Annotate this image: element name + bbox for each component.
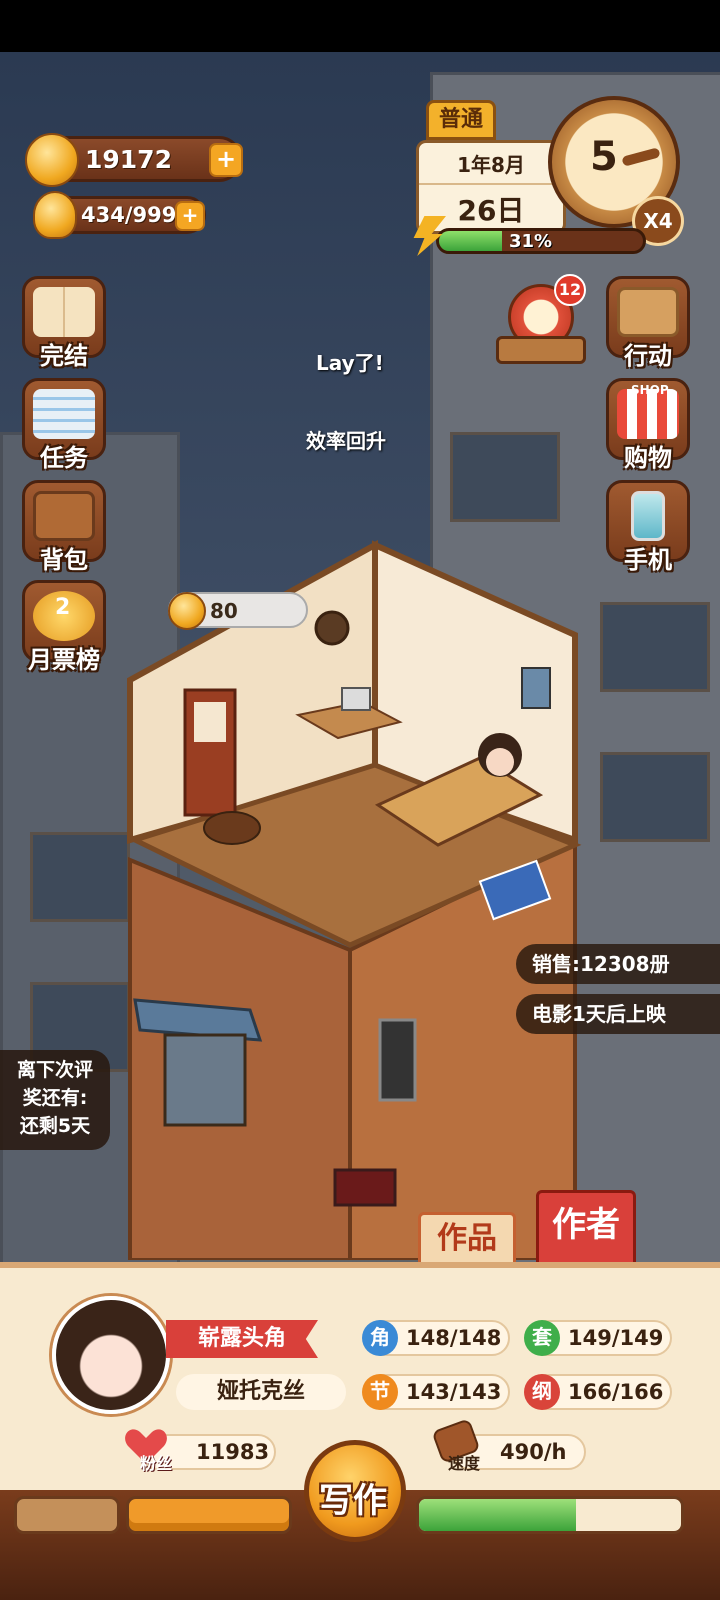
stat-value: 143/143 [406,1380,502,1404]
room-coin-value: 80 [210,599,238,623]
avatar[interactable] [52,1296,170,1414]
sidebar-item-action[interactable]: 行动 [602,276,694,372]
coin-counter: 19172 + [25,133,243,187]
sidebar-item-shop[interactable]: SHOP 购物 [602,378,694,474]
energy-fill [439,231,503,251]
speed-label: 速度 [448,1454,481,1473]
tab-works[interactable]: 作品 [418,1212,516,1266]
floating-status-text: 效率回升 [306,429,386,453]
clock-hand-icon [621,147,661,167]
speed-value: 490/h [500,1440,567,1464]
write-button[interactable]: 写作 [304,1440,406,1542]
building-window [600,752,710,842]
writing-speed: 速度 490/h [431,1418,586,1473]
stat-icon: 纲 [524,1374,560,1410]
stat-value: 166/166 [568,1380,664,1404]
building-window [450,432,560,522]
notification-badge: 12 [554,274,586,306]
room-coin-bubble[interactable]: 80 [168,592,308,630]
building-window [600,602,710,692]
sidebar-item-phone[interactable]: 手机 [602,480,694,576]
author-title-ribbon: 崭露头角 [166,1320,318,1358]
progress-slot-left [14,1496,120,1534]
award-line: 还剩5天 [19,1115,91,1137]
lightbulb-icon [33,191,77,239]
coin-icon [25,133,79,187]
award-countdown: 离下次评 奖还有: 还剩5天 [0,1050,110,1150]
award-line: 离下次评 [16,1059,93,1081]
write-button-label: 写作 [319,1481,387,1521]
sidebar-item-tasks[interactable]: 任务 [18,378,110,474]
award-line: 奖还有: [22,1087,88,1109]
sales-info: 销售:12308册 [516,944,720,984]
energy-percent: 31% [509,231,553,252]
sidebar-label: 背包 [40,546,88,574]
sidebar-label: 完结 [40,342,88,370]
inspiration-counter: 434/999 + [33,191,206,239]
stat-icon: 套 [524,1320,560,1356]
building-window [30,832,130,922]
stat-character: 角 148/148 [362,1320,510,1356]
stat-outline: 纲 166/166 [524,1374,672,1410]
sidebar-item-backpack[interactable]: 背包 [18,480,110,576]
coin-icon [168,592,206,630]
stat-icon: 节 [362,1374,398,1410]
progress-fill [419,1499,577,1531]
calendar-month: 1年8月 [457,153,525,177]
progress-bar-right [416,1496,684,1534]
medal-number: 2 [55,595,71,620]
sidebar-label: 手机 [624,546,672,574]
add-inspiration-button[interactable]: + [175,201,205,231]
status-bar [0,0,720,52]
add-coins-button[interactable]: + [209,143,243,177]
coin-count: 19172 [85,145,172,174]
tab-author[interactable]: 作者 [536,1190,636,1266]
sidebar-item-monthly-ticket[interactable]: 2 月票榜 [18,580,110,676]
sidebar-label: 购物 [624,444,672,472]
author-name: 娅托克丝 [176,1374,346,1410]
shop-sign: SHOP [631,383,669,397]
fans-count: 11983 [196,1440,270,1464]
stat-value: 148/148 [406,1326,502,1350]
event-wheel-button[interactable]: 12 [496,274,586,366]
movie-info: 电影1天后上映 [516,994,720,1034]
floating-status-text: Lay了! [316,351,384,375]
inspiration-count: 434/999 [81,203,177,227]
fans-counter: 粉丝 11983 [140,1434,276,1473]
energy-bar: 31% [436,228,646,254]
stat-icon: 角 [362,1320,398,1356]
sidebar-item-complete[interactable]: 完结 [18,276,110,372]
room-illustration [127,540,582,1260]
stat-plot: 节 143/143 [362,1374,510,1410]
sidebar-label: 任务 [40,444,88,472]
stat-routine: 套 149/149 [524,1320,672,1356]
progress-bar-middle [126,1496,292,1534]
clock-value: 5 [590,134,618,180]
sidebar-label: 月票榜 [28,646,100,674]
difficulty-tag: 普通 [426,100,496,140]
sidebar-label: 行动 [624,342,672,370]
fans-label: 粉丝 [140,1454,173,1473]
stat-value: 149/149 [568,1326,664,1350]
